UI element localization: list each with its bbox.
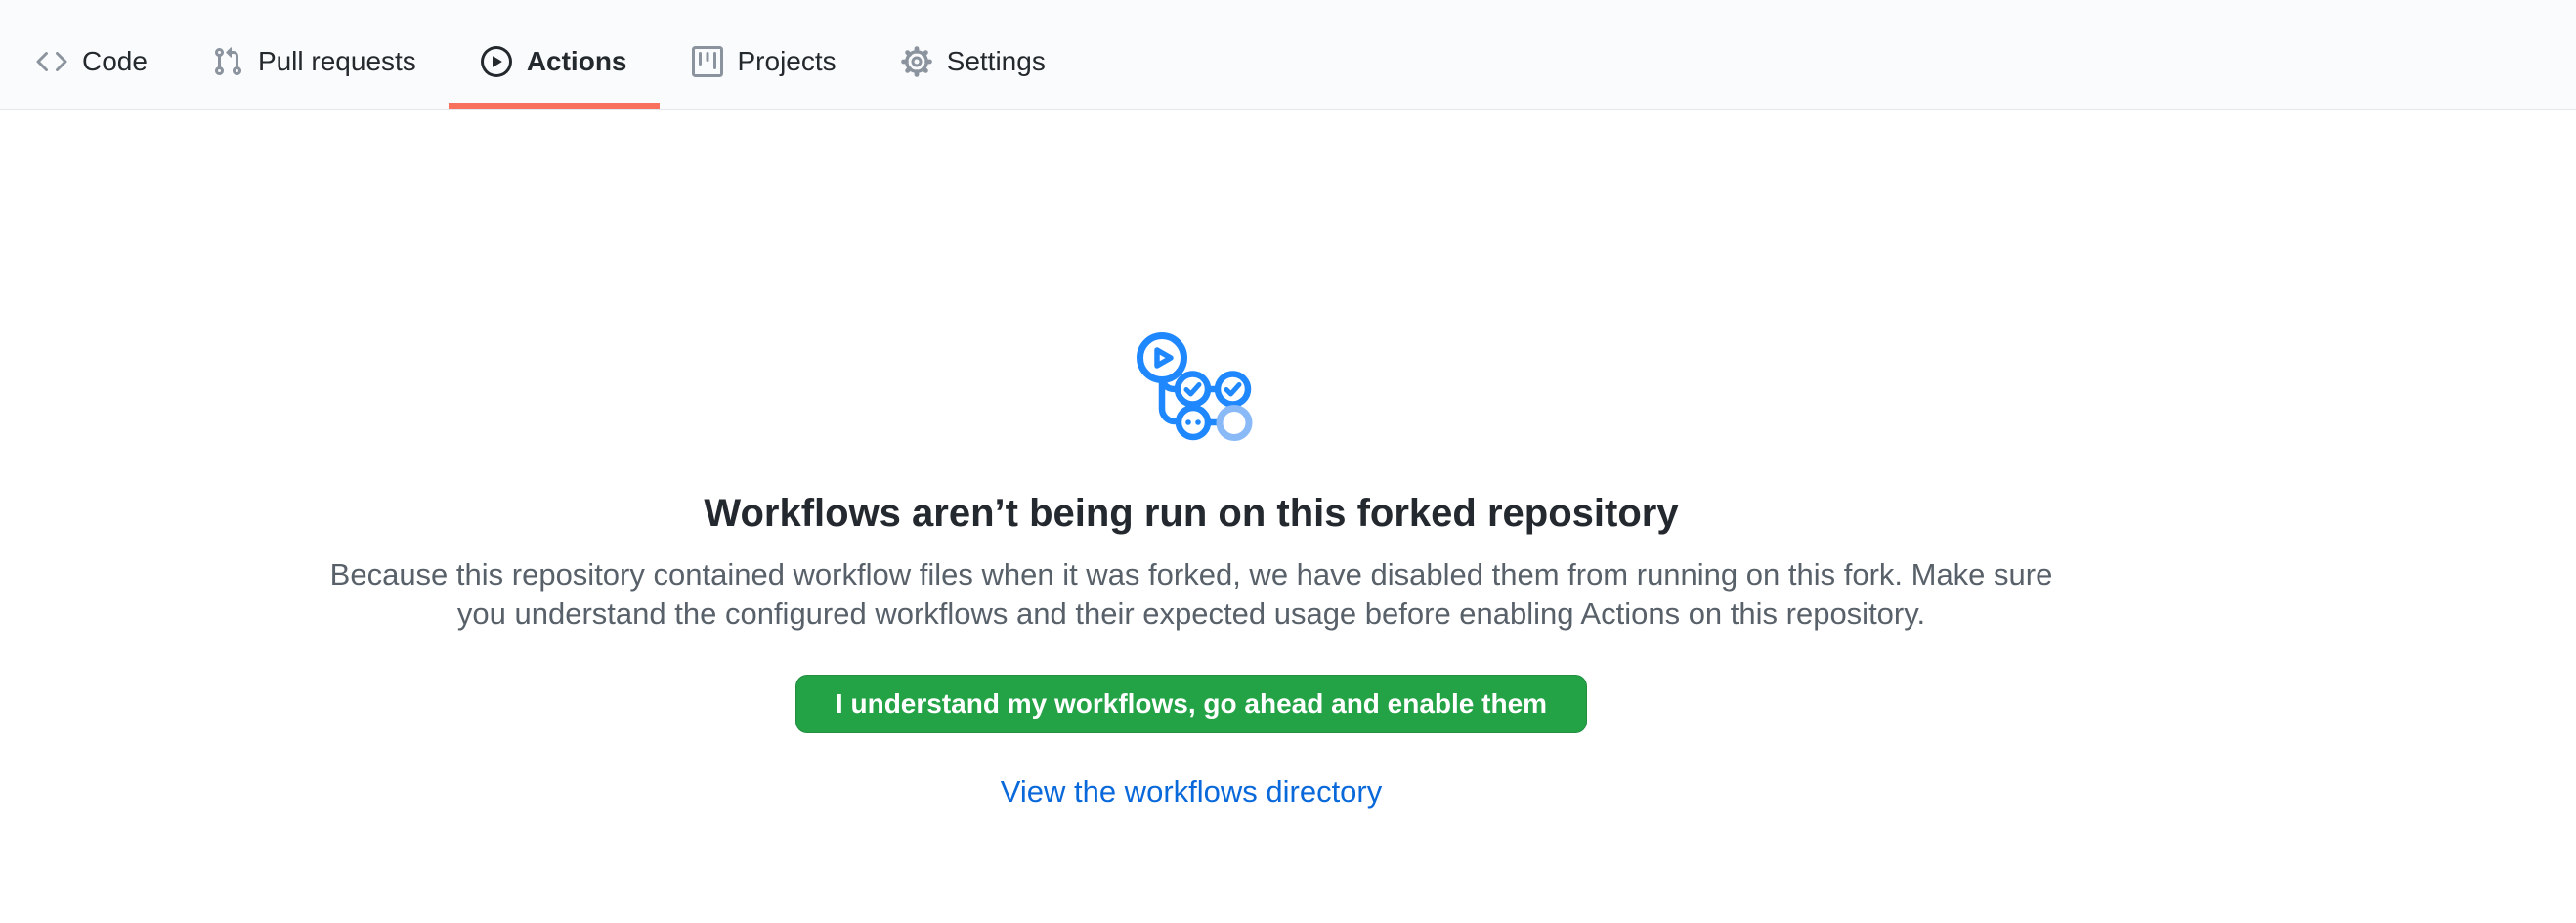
tab-label: Settings [947,48,1046,75]
gear-icon [901,46,932,77]
play-icon [481,46,512,77]
tab-label: Code [82,48,148,75]
view-workflows-directory-link[interactable]: View the workflows directory [1001,772,1383,812]
blankslate-description: Because this repository contained workfl… [307,555,2076,634]
tab-settings[interactable]: Settings [869,0,1078,109]
tab-label: Pull requests [258,48,416,75]
tab-projects[interactable]: Projects [660,0,869,109]
tab-actions[interactable]: Actions [449,0,660,109]
tab-code[interactable]: Code [4,0,180,109]
workflow-graph-icon [1130,325,1253,444]
blankslate-heading: Workflows aren’t being run on this forke… [704,490,1678,537]
repo-tab-bar: Code Pull requests Actions Projects Sett… [0,0,2576,110]
tab-label: Projects [738,48,837,75]
project-icon [692,46,723,77]
tab-pull-requests[interactable]: Pull requests [180,0,449,109]
actions-blankslate: Workflows aren’t being run on this forke… [0,110,2576,812]
enable-workflows-button[interactable]: I understand my workflows, go ahead and … [795,675,1587,733]
code-icon [36,46,67,77]
git-pull-request-icon [212,46,243,77]
tab-label: Actions [527,48,627,75]
